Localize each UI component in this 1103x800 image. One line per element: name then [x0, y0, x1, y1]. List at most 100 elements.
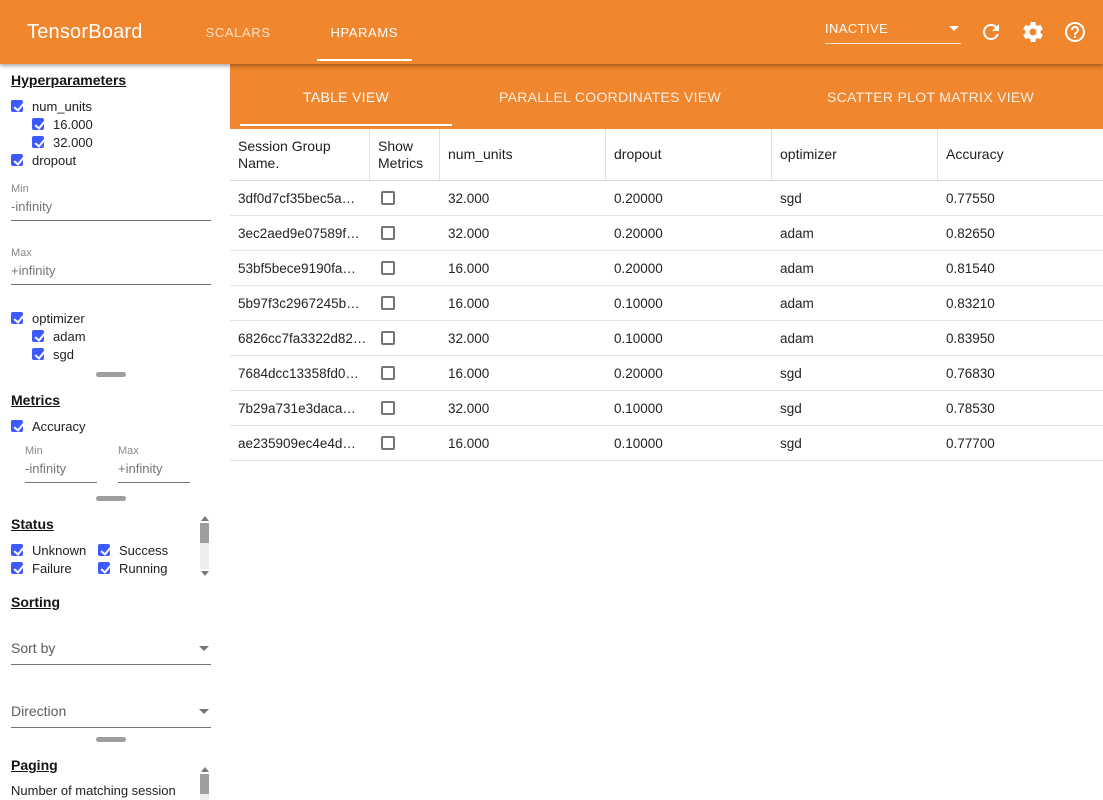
accuracy-checkbox[interactable] [11, 420, 23, 432]
optimizer-cell: sgd [772, 426, 938, 460]
status-scrollbar[interactable] [200, 514, 209, 578]
metric-row-accuracy[interactable]: Accuracy [11, 417, 211, 435]
hparam-value-row-32[interactable]: 32.000 [32, 133, 211, 151]
tab-scatter-plot-matrix-view[interactable]: SCATTER PLOT MATRIX VIEW [758, 64, 1103, 129]
show-metrics-checkbox[interactable] [381, 366, 395, 380]
num-units-32-label: 32.000 [53, 135, 93, 150]
success-checkbox[interactable] [98, 544, 110, 556]
accuracy-cell: 0.83950 [938, 321, 1103, 355]
optimizer-cell: sgd [772, 391, 938, 425]
column-header-optimizer[interactable]: optimizer [772, 129, 938, 180]
hparam-row-optimizer[interactable]: optimizer [11, 309, 211, 327]
tab-scalars[interactable]: SCALARS [176, 0, 301, 64]
running-checkbox[interactable] [98, 562, 110, 574]
scrollbar-thumb[interactable] [200, 774, 209, 794]
show-metrics-checkbox[interactable] [381, 401, 395, 415]
num-units-label: num_units [32, 99, 92, 114]
sorting-heading: Sorting [11, 594, 211, 610]
dropout-min-label: Min [11, 183, 211, 195]
dropout-max-input[interactable] [11, 260, 211, 285]
sorting-section: Sorting Sort by Direction [0, 586, 222, 730]
num-units-checkbox[interactable] [11, 100, 23, 112]
column-header-show-metrics[interactable]: Show Metrics [370, 129, 440, 180]
show-metrics-checkbox[interactable] [381, 436, 395, 450]
tab-parallel-coordinates-view[interactable]: PARALLEL COORDINATES VIEW [462, 64, 758, 129]
show-metrics-checkbox[interactable] [381, 296, 395, 310]
num-units-32-checkbox[interactable] [32, 136, 44, 148]
dropout-cell: 0.20000 [606, 181, 772, 215]
paging-scrollbar[interactable] [200, 765, 209, 800]
optimizer-cell: sgd [772, 181, 938, 215]
tab-hparams[interactable]: HPARAMS [301, 0, 429, 64]
status-options: Unknown Success Failure Running [11, 541, 190, 577]
show-metrics-checkbox[interactable] [381, 261, 395, 275]
column-header-session-group-name[interactable]: Session Group Name. [230, 129, 370, 180]
table-row[interactable]: 5b97f3c2967245b… 16.000 0.10000 adam 0.8… [230, 286, 1103, 321]
session-group-name-cell: ae235909ec4e4d… [230, 426, 370, 460]
table-row[interactable]: 53bf5bece9190fa… 16.000 0.20000 adam 0.8… [230, 251, 1103, 286]
direction-select[interactable]: Direction [11, 699, 211, 728]
unknown-checkbox[interactable] [11, 544, 23, 556]
help-icon[interactable] [1063, 20, 1087, 44]
table-row[interactable]: 6826cc7fa3322d82… 32.000 0.10000 adam 0.… [230, 321, 1103, 356]
metric-min-input[interactable] [25, 458, 97, 483]
hparam-value-row-16[interactable]: 16.000 [32, 115, 211, 133]
table-row[interactable]: 3df0d7cf35bec5a… 32.000 0.20000 sgd 0.77… [230, 181, 1103, 216]
hparam-value-row-adam[interactable]: adam [32, 327, 211, 345]
scroll-up-icon[interactable] [201, 767, 209, 772]
table-row[interactable]: 7b29a731e3daca… 32.000 0.10000 sgd 0.785… [230, 391, 1103, 426]
sort-by-value: Sort by [11, 640, 55, 656]
settings-icon[interactable] [1021, 20, 1045, 44]
scroll-down-icon[interactable] [201, 571, 209, 576]
session-group-name-cell: 53bf5bece9190fa… [230, 251, 370, 285]
optimizer-checkbox[interactable] [11, 312, 23, 324]
optimizer-label: optimizer [32, 311, 85, 326]
adam-checkbox[interactable] [32, 330, 44, 342]
table-row[interactable]: ae235909ec4e4d… 16.000 0.10000 sgd 0.777… [230, 426, 1103, 461]
show-metrics-cell [370, 286, 440, 320]
status-row-unknown[interactable]: Unknown [11, 541, 98, 559]
section-resize-handle[interactable] [96, 496, 126, 501]
section-resize-handle[interactable] [96, 737, 126, 742]
view-tabs: TABLE VIEW PARALLEL COORDINATES VIEW SCA… [230, 64, 1103, 129]
status-row-failure[interactable]: Failure [11, 559, 98, 577]
hparam-row-dropout[interactable]: dropout [11, 151, 211, 169]
tab-table-view[interactable]: TABLE VIEW [230, 64, 462, 129]
show-metrics-checkbox[interactable] [381, 226, 395, 240]
column-header-dropout[interactable]: dropout [606, 129, 772, 180]
status-row-success[interactable]: Success [98, 541, 190, 559]
num-units-16-checkbox[interactable] [32, 118, 44, 130]
column-header-num-units[interactable]: num_units [440, 129, 606, 180]
session-group-name-cell: 6826cc7fa3322d82… [230, 321, 370, 355]
hparam-value-row-sgd[interactable]: sgd [32, 345, 211, 363]
section-resize-handle[interactable] [96, 372, 126, 377]
refresh-icon[interactable] [979, 20, 1003, 44]
unknown-label: Unknown [32, 543, 86, 558]
scrollbar-track[interactable] [200, 523, 209, 569]
dropout-checkbox[interactable] [11, 154, 23, 166]
scroll-up-icon[interactable] [201, 516, 209, 521]
table-row[interactable]: 7684dcc13358fd0… 16.000 0.20000 sgd 0.76… [230, 356, 1103, 391]
sort-by-select[interactable]: Sort by [11, 636, 211, 665]
table-row[interactable]: 3ec2aed9e07589f… 32.000 0.20000 adam 0.8… [230, 216, 1103, 251]
scrollbar-track[interactable] [200, 774, 209, 800]
reload-interval-select[interactable]: INACTIVE [825, 21, 961, 44]
sgd-checkbox[interactable] [32, 348, 44, 360]
hparam-row-num-units[interactable]: num_units [11, 97, 211, 115]
show-metrics-cell [370, 391, 440, 425]
status-row-running[interactable]: Running [98, 559, 190, 577]
hyperparameters-section: Hyperparameters num_units 16.000 32.000 … [0, 64, 222, 365]
show-metrics-checkbox[interactable] [381, 191, 395, 205]
scrollbar-thumb[interactable] [200, 523, 209, 543]
status-section: Status Unknown Success Failure Running [0, 508, 222, 586]
dropout-cell: 0.10000 [606, 426, 772, 460]
session-group-name-cell: 7b29a731e3daca… [230, 391, 370, 425]
show-metrics-checkbox[interactable] [381, 331, 395, 345]
failure-checkbox[interactable] [11, 562, 23, 574]
accuracy-cell: 0.82650 [938, 216, 1103, 250]
dropout-min-input[interactable] [11, 196, 211, 221]
metric-max-input[interactable] [118, 458, 190, 483]
metric-max-label: Max [118, 445, 190, 457]
column-header-accuracy[interactable]: Accuracy [938, 129, 1103, 180]
hparams-main: TABLE VIEW PARALLEL COORDINATES VIEW SCA… [230, 64, 1103, 800]
